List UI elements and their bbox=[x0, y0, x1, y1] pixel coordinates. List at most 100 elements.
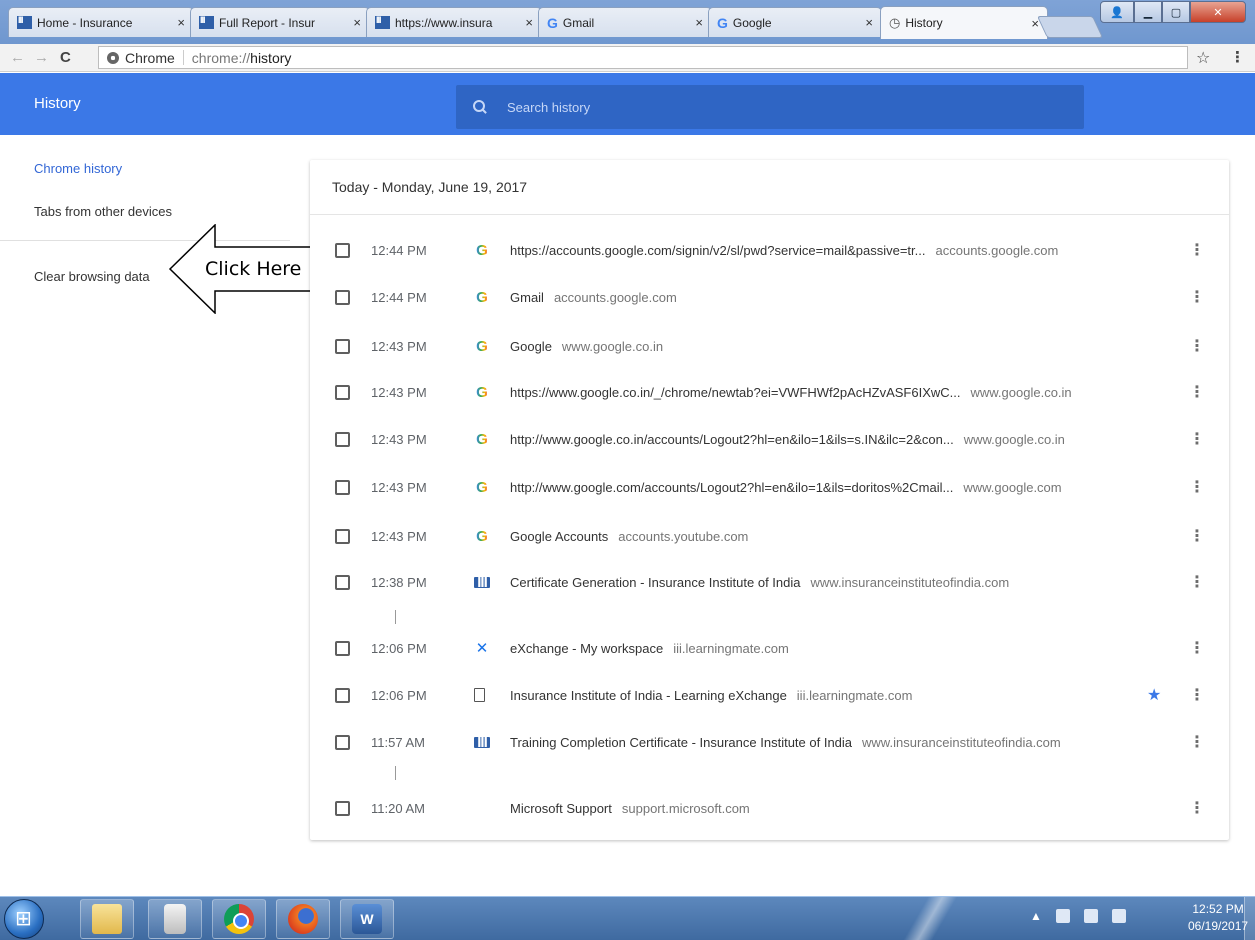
entry-checkbox[interactable] bbox=[335, 338, 350, 354]
entry-checkbox[interactable] bbox=[335, 384, 350, 400]
site-chip[interactable]: Chrome bbox=[99, 50, 184, 66]
entry-checkbox[interactable] bbox=[335, 479, 350, 495]
entry-time: 12:38 PM bbox=[371, 574, 427, 590]
entry-title[interactable]: Certificate Generation - Insurance Insti… bbox=[510, 575, 1009, 590]
close-icon[interactable]: × bbox=[865, 15, 873, 30]
new-tab-button[interactable] bbox=[1036, 16, 1104, 38]
url-text[interactable]: chrome://history bbox=[184, 50, 292, 66]
url-scheme: chrome:// bbox=[191, 49, 251, 66]
close-icon[interactable]: × bbox=[695, 15, 703, 30]
close-icon[interactable]: × bbox=[177, 15, 185, 30]
bookmarked-star-icon[interactable]: ★ bbox=[1147, 685, 1161, 705]
entry-checkbox[interactable] bbox=[335, 431, 350, 447]
windows-start-icon[interactable] bbox=[4, 899, 44, 939]
chrome-menu-icon[interactable]: ⋮ bbox=[1230, 48, 1245, 66]
history-entry[interactable]: 12:44 PM G Gmail accounts.google.com ⋮ bbox=[310, 273, 1229, 321]
entry-title[interactable]: eXchange - My workspace iii.learningmate.… bbox=[510, 641, 789, 656]
entry-domain: iii.learningmate.com bbox=[796, 687, 913, 703]
network-icon[interactable] bbox=[1083, 909, 1098, 923]
entry-title-text: Microsoft Support bbox=[510, 800, 612, 816]
history-entry[interactable]: 11:20 AM Microsoft Support support.micros… bbox=[310, 784, 1229, 832]
entry-checkbox[interactable] bbox=[335, 800, 350, 816]
history-entry[interactable]: 12:43 PM G Google www.google.co.in ⋮ bbox=[310, 322, 1229, 370]
entry-checkbox[interactable] bbox=[335, 289, 350, 305]
tab-insurance-url[interactable]: https://www.insura × bbox=[366, 7, 542, 37]
entry-domain: support.microsoft.com bbox=[621, 800, 750, 816]
entry-title[interactable]: Microsoft Support support.microsoft.com bbox=[510, 801, 750, 816]
more-actions-icon[interactable]: ⋮ bbox=[1189, 287, 1205, 307]
action-center-icon[interactable] bbox=[1055, 909, 1070, 923]
more-actions-icon[interactable]: ⋮ bbox=[1189, 798, 1205, 818]
forward-icon[interactable]: → bbox=[34, 49, 49, 66]
entry-checkbox[interactable] bbox=[335, 734, 350, 750]
entry-title[interactable]: Google Accounts accounts.youtube.com bbox=[510, 529, 748, 544]
tab-home-insurance[interactable]: Home - Insurance × bbox=[8, 7, 194, 37]
history-entry[interactable]: 12:43 PM G Google Accounts accounts.youtu… bbox=[310, 512, 1229, 560]
entry-domain: www.google.co.in bbox=[963, 431, 1065, 447]
entry-title[interactable]: http://www.google.co.in/accounts/Logout2… bbox=[510, 432, 1065, 447]
back-icon[interactable]: ← bbox=[10, 49, 25, 66]
history-entry[interactable]: 12:44 PM G https://accounts.google.com/s… bbox=[310, 226, 1229, 274]
profile-icon[interactable]: 👤 bbox=[1100, 1, 1134, 23]
entry-checkbox[interactable] bbox=[335, 640, 350, 656]
tray-expand-icon[interactable]: ▲ bbox=[1030, 909, 1042, 923]
entry-title[interactable]: https://www.google.co.in/_/chrome/newtab… bbox=[510, 385, 1072, 400]
entry-checkbox[interactable] bbox=[335, 528, 350, 544]
window-close-icon[interactable]: ✕ bbox=[1190, 1, 1246, 23]
more-actions-icon[interactable]: ⋮ bbox=[1189, 429, 1205, 449]
tab-history[interactable]: ◷ History × bbox=[880, 6, 1048, 39]
bookmark-star-icon[interactable]: ☆ bbox=[1196, 48, 1210, 68]
more-actions-icon[interactable]: ⋮ bbox=[1189, 732, 1205, 752]
entry-title[interactable]: http://www.google.com/accounts/Logout2?h… bbox=[510, 480, 1062, 495]
show-desktop-button[interactable] bbox=[1244, 897, 1255, 940]
more-actions-icon[interactable]: ⋮ bbox=[1189, 572, 1205, 592]
more-actions-icon[interactable]: ⋮ bbox=[1189, 382, 1205, 402]
history-entry[interactable]: 12:06 PM ✕ eXchange - My workspace iii.le… bbox=[310, 624, 1229, 672]
entry-checkbox[interactable] bbox=[335, 574, 350, 590]
sidebar-item-tabs-other-devices[interactable]: Tabs from other devices bbox=[34, 204, 172, 219]
firefox-icon[interactable] bbox=[276, 899, 330, 939]
entry-title[interactable]: https://accounts.google.com/signin/v2/sl… bbox=[510, 243, 1058, 258]
history-entry[interactable]: 12:43 PM G http://www.google.com/account… bbox=[310, 463, 1229, 511]
system-clock[interactable]: 12:52 PM 06/19/2017 bbox=[1188, 901, 1248, 935]
more-actions-icon[interactable]: ⋮ bbox=[1189, 685, 1205, 705]
entry-title[interactable]: Gmail accounts.google.com bbox=[510, 290, 677, 305]
tab-gmail[interactable]: G Gmail × bbox=[538, 7, 712, 37]
chrome-icon bbox=[107, 51, 119, 64]
history-entry[interactable]: 12:38 PM III Certificate Generation - In… bbox=[310, 558, 1229, 606]
tab-google[interactable]: G Google × bbox=[708, 7, 882, 37]
more-actions-icon[interactable]: ⋮ bbox=[1189, 240, 1205, 260]
more-actions-icon[interactable]: ⋮ bbox=[1189, 336, 1205, 356]
entry-checkbox[interactable] bbox=[335, 687, 350, 703]
explorer-icon[interactable] bbox=[80, 899, 134, 939]
more-actions-icon[interactable]: ⋮ bbox=[1189, 526, 1205, 546]
volume-icon[interactable] bbox=[1111, 909, 1126, 923]
history-entry[interactable]: 12:06 PM Insurance Institute of India - … bbox=[310, 671, 1229, 719]
close-icon[interactable]: × bbox=[353, 15, 361, 30]
minimize-icon[interactable]: ▁ bbox=[1134, 1, 1162, 23]
entry-title[interactable]: Google www.google.co.in bbox=[510, 339, 663, 354]
search-box[interactable] bbox=[456, 85, 1084, 129]
tab-label: Google bbox=[732, 15, 772, 30]
history-entry[interactable]: 12:43 PM G http://www.google.co.in/accou… bbox=[310, 415, 1229, 463]
more-actions-icon[interactable]: ⋮ bbox=[1189, 477, 1205, 497]
chrome-icon[interactable] bbox=[212, 899, 266, 939]
entry-title[interactable]: Training Completion Certificate - Insura… bbox=[510, 735, 1061, 750]
history-entry[interactable]: 11:57 AM III Training Completion Certifi… bbox=[310, 718, 1229, 766]
history-entry[interactable]: 12:43 PM G https://www.google.co.in/_/ch… bbox=[310, 368, 1229, 416]
tab-label: https://www.insura bbox=[395, 15, 493, 30]
address-bar[interactable]: Chrome chrome://history bbox=[98, 46, 1188, 69]
sidebar-item-chrome-history[interactable]: Chrome history bbox=[34, 161, 122, 176]
reload-icon[interactable]: C bbox=[60, 49, 71, 66]
entry-title[interactable]: Insurance Institute of India - Learning … bbox=[510, 688, 912, 703]
search-input[interactable] bbox=[507, 99, 1067, 115]
google-icon: G bbox=[476, 430, 488, 448]
more-actions-icon[interactable]: ⋮ bbox=[1189, 638, 1205, 658]
maximize-icon[interactable]: ▢ bbox=[1162, 1, 1190, 23]
calculator-icon[interactable] bbox=[148, 899, 202, 939]
sidebar-item-clear-browsing-data[interactable]: Clear browsing data bbox=[34, 269, 150, 284]
entry-checkbox[interactable] bbox=[335, 242, 350, 258]
close-icon[interactable]: × bbox=[525, 15, 533, 30]
word-icon[interactable]: W bbox=[340, 899, 394, 939]
tab-full-report[interactable]: Full Report - Insur × bbox=[190, 7, 370, 37]
